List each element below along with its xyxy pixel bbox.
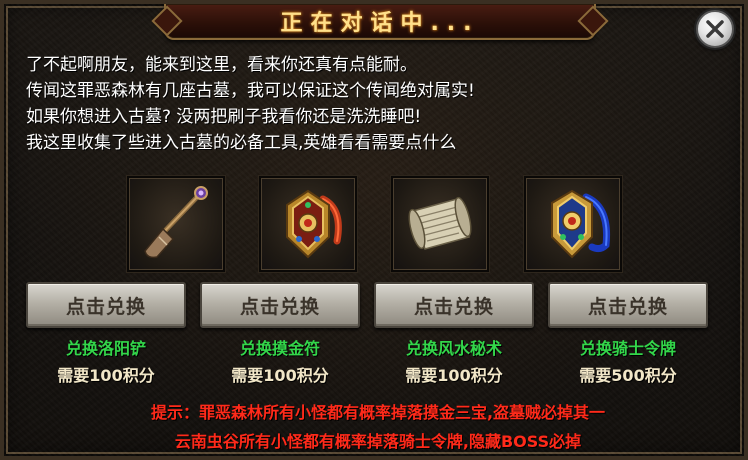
tip-line: 云南虫谷所有小怪都有概率掉落骑士令牌,隐藏BOSS必掉 bbox=[174, 432, 582, 451]
message-line: 传闻这罪恶森林有几座古墓，我可以保证这个传闻绝对属实! bbox=[26, 81, 475, 101]
item-slot-scroll[interactable] bbox=[391, 176, 489, 272]
npc-dialog-window: 正在对话中... 了不起啊朋友，能来到这里，看来你还真有点能耐。 传闻这罪恶森林… bbox=[0, 0, 748, 460]
item-name: 兑换骑士令牌 bbox=[579, 339, 676, 358]
item-cost: 需要100积分 bbox=[231, 366, 329, 385]
item-slot-knight-token[interactable] bbox=[524, 176, 622, 272]
exchange-button-scroll[interactable]: 点击兑换 bbox=[374, 282, 534, 328]
message-line: 了不起啊朋友，能来到这里，看来你还真有点能耐。 bbox=[26, 55, 417, 75]
item-name: 兑换风水秘术 bbox=[405, 339, 502, 358]
exchange-button-shovel[interactable]: 点击兑换 bbox=[26, 282, 186, 328]
close-button[interactable] bbox=[696, 10, 734, 48]
npc-message: 了不起啊朋友，能来到这里，看来你还真有点能耐。 传闻这罪恶森林有几座古墓，我可以… bbox=[26, 52, 686, 156]
knight-token-icon bbox=[551, 189, 611, 259]
item-name: 兑换洛阳铲 bbox=[65, 339, 146, 358]
title-plate: 正在对话中... bbox=[164, 4, 596, 40]
item-cost: 需要500积分 bbox=[579, 366, 677, 385]
tip-line: 提示：罪恶森林所有小怪都有概率掉落摸金三宝,盗墓贼必掉其一 bbox=[150, 403, 606, 422]
scroll-icon bbox=[408, 196, 472, 250]
item-slot-gold-talisman[interactable] bbox=[259, 176, 357, 272]
item-slot-shovel[interactable] bbox=[127, 176, 225, 272]
shovel-icon bbox=[144, 186, 208, 259]
gold-talisman-icon bbox=[286, 189, 342, 259]
item-cost: 需要100积分 bbox=[57, 366, 155, 385]
dialog-title: 正在对话中... bbox=[280, 11, 480, 36]
exchange-button-gold-talisman[interactable]: 点击兑换 bbox=[200, 282, 360, 328]
message-line: 如果你想进入古墓? 没两把刷子我看你还是洗洗睡吧! bbox=[26, 107, 422, 127]
item-name: 兑换摸金符 bbox=[239, 339, 320, 358]
exchange-button-knight-token[interactable]: 点击兑换 bbox=[548, 282, 708, 328]
item-cost: 需要100积分 bbox=[405, 366, 503, 385]
message-line: 我这里收集了些进入古墓的必备工具,英雄看看需要点什么 bbox=[26, 133, 457, 153]
close-icon bbox=[706, 20, 724, 38]
